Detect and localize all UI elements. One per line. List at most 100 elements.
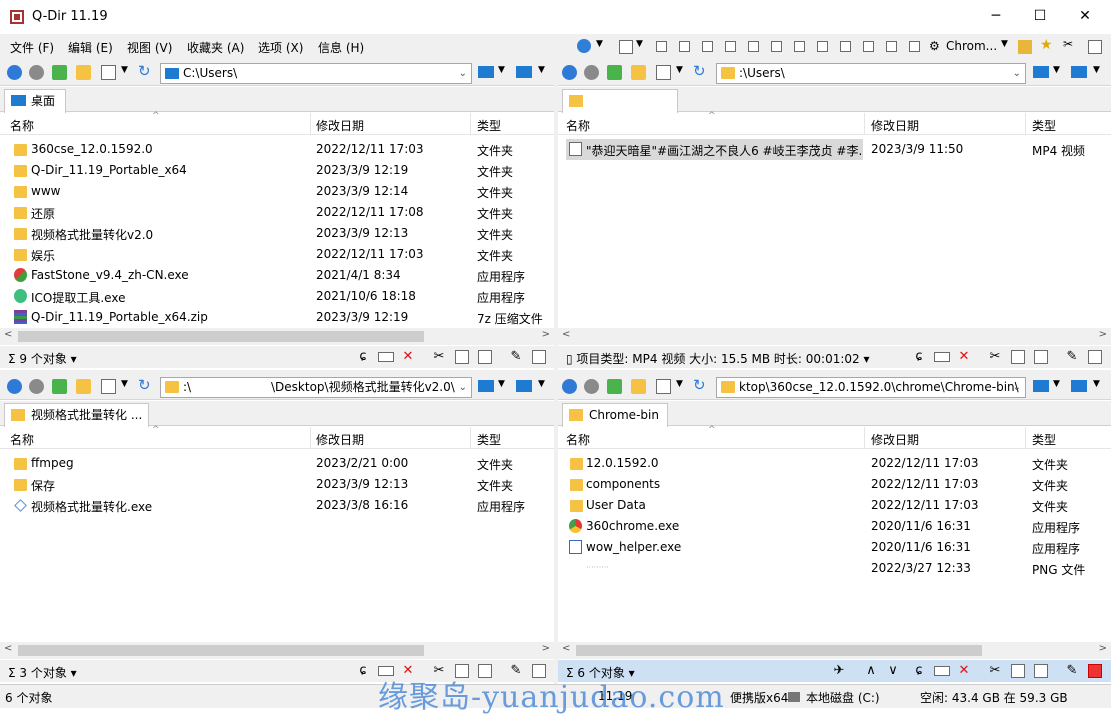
panel-icon[interactable] (478, 380, 494, 392)
panel-icon[interactable] (478, 66, 494, 78)
scroll-left-icon[interactable]: < (562, 643, 570, 654)
edit-icon[interactable]: ✎ (1065, 664, 1079, 678)
up-icon[interactable] (52, 65, 67, 80)
view-icon[interactable] (656, 65, 671, 80)
column-separator[interactable] (864, 113, 865, 135)
monitor-dropdown-icon[interactable]: ▼ (1093, 379, 1100, 389)
browser-icon[interactable]: ⚙ (929, 39, 943, 53)
view-icon[interactable] (101, 379, 116, 394)
table-row[interactable]: User Data 2022/12/11 17:03 文件夹 (558, 495, 1111, 516)
new-folder-icon[interactable] (631, 379, 646, 394)
back-icon[interactable] (562, 65, 577, 80)
table-row[interactable]: components 2022/12/11 17:03 文件夹 (558, 474, 1111, 495)
view-dropdown-icon[interactable]: ▼ (121, 65, 128, 75)
address-bar[interactable]: :\Users\ ⌄ (716, 63, 1026, 84)
column-separator[interactable] (470, 113, 471, 135)
monitor-dropdown-icon[interactable]: ▼ (538, 379, 545, 389)
new-folder-icon[interactable] (631, 65, 646, 80)
move-up-icon[interactable]: ∧ (864, 664, 878, 678)
layout-2-icon[interactable] (679, 41, 690, 52)
table-row[interactable]: 保存 2023/3/9 12:13 文件夹 (0, 474, 554, 495)
column-separator[interactable] (310, 427, 311, 449)
column-type[interactable]: 类型 (1032, 431, 1056, 448)
view-icon[interactable] (656, 379, 671, 394)
column-type[interactable]: 类型 (1032, 117, 1056, 134)
delete-icon[interactable]: ✕ (401, 350, 415, 364)
table-row[interactable]: "恭迎天暗星"#画江湖之不良人6 #岐王李茂贞 #李... 2023/3/9 1… (558, 139, 1111, 160)
layout-12-icon[interactable] (909, 41, 920, 52)
refresh-icon[interactable]: ↻ (138, 62, 151, 80)
edit-icon[interactable]: ✎ (1065, 350, 1079, 364)
pin-icon[interactable]: ✈ (832, 664, 846, 678)
scroll-right-icon[interactable]: > (1099, 643, 1107, 654)
monitor-dropdown-icon[interactable]: ▼ (538, 65, 545, 75)
refresh-icon[interactable]: ↻ (138, 376, 151, 394)
layout-9-icon[interactable] (840, 41, 851, 52)
filter-icon[interactable]: ɕ (356, 350, 370, 364)
column-type[interactable]: 类型 (477, 431, 501, 448)
forward-icon[interactable] (584, 65, 599, 80)
window-icon[interactable] (1088, 40, 1102, 54)
star-icon[interactable]: ★ (1040, 37, 1054, 53)
forward-icon[interactable] (584, 379, 599, 394)
column-name[interactable]: 名称 (566, 117, 590, 134)
panel-icon[interactable] (1033, 380, 1049, 392)
scroll-thumb[interactable] (18, 645, 424, 656)
table-row[interactable]: 12.0.1592.0 2022/12/11 17:03 文件夹 (558, 453, 1111, 474)
layout-4-icon[interactable] (725, 41, 736, 52)
panel-dropdown-icon[interactable]: ▼ (498, 379, 505, 389)
view-icon[interactable] (101, 65, 116, 80)
delete-icon[interactable]: ✕ (957, 664, 971, 678)
menu-view[interactable]: 视图 (V) (127, 39, 172, 56)
tab-chrome-bin[interactable]: Chrome-bin (562, 403, 668, 427)
table-row[interactable]: ········· 2022/3/27 12:33 PNG 文件 (558, 558, 1111, 579)
layout-10-icon[interactable] (863, 41, 874, 52)
scroll-left-icon[interactable]: < (4, 643, 12, 654)
table-row[interactable]: 还原 2022/12/11 17:08 文件夹 (0, 202, 554, 223)
properties-icon[interactable] (1088, 664, 1102, 678)
column-date[interactable]: 修改日期 (316, 431, 364, 448)
new-folder-icon[interactable] (76, 379, 91, 394)
table-row[interactable]: FastStone_v9.4_zh-CN.exe 2021/4/1 8:34 应用程… (0, 265, 554, 286)
menu-file[interactable]: 文件 (F) (10, 39, 54, 56)
up-icon[interactable] (52, 379, 67, 394)
column-separator[interactable] (1025, 113, 1026, 135)
table-row[interactable]: 视频格式批量转化.exe 2023/3/8 16:16 应用程序 (0, 495, 554, 516)
scroll-left-icon[interactable]: < (562, 329, 570, 340)
panel-dropdown-icon[interactable]: ▼ (498, 65, 505, 75)
address-bar[interactable]: :\ \Desktop\视频格式批量转化v2.0\ ⌄ (160, 377, 472, 398)
minimize-button[interactable]: ─ (973, 0, 1019, 32)
mail-icon[interactable] (934, 352, 950, 362)
column-date[interactable]: 修改日期 (871, 117, 919, 134)
paste-icon[interactable] (1034, 664, 1048, 678)
address-dropdown-icon[interactable]: ⌄ (1013, 64, 1021, 83)
forward-icon[interactable] (29, 65, 44, 80)
maximize-button[interactable]: ☐ (1017, 0, 1063, 32)
tab-users[interactable] (562, 89, 678, 113)
cut-icon[interactable]: ✂ (988, 664, 1002, 678)
tab-video-converter[interactable]: 视频格式批量转化 ... (4, 403, 149, 427)
favorites-folder-icon[interactable] (1018, 40, 1032, 54)
table-row[interactable]: Q-Dir_11.19_Portable_x64 2023/3/9 12:19 文件… (0, 160, 554, 181)
menu-options[interactable]: 选项 (X) (258, 39, 303, 56)
panel-dropdown-icon[interactable]: ▼ (1053, 379, 1060, 389)
dropdown-arrow-icon[interactable]: ▼ (636, 39, 650, 53)
column-date[interactable]: 修改日期 (316, 117, 364, 134)
layout-8-icon[interactable] (817, 41, 828, 52)
horizontal-scrollbar[interactable]: < > (0, 328, 554, 345)
horizontal-scrollbar[interactable]: < > (558, 328, 1111, 345)
column-separator[interactable] (1025, 427, 1026, 449)
layout-1-icon[interactable] (656, 41, 667, 52)
table-row[interactable]: 娱乐 2022/12/11 17:03 文件夹 (0, 244, 554, 265)
edit-icon[interactable]: ✎ (509, 350, 523, 364)
dropdown-arrow-icon[interactable]: ▼ (1001, 39, 1015, 53)
layout-5-icon[interactable] (748, 41, 759, 52)
browser-select[interactable]: Chrom... (946, 39, 997, 53)
filter-icon[interactable]: ɕ (912, 664, 926, 678)
layout-11-icon[interactable] (886, 41, 897, 52)
column-separator[interactable] (864, 427, 865, 449)
delete-icon[interactable]: ✕ (957, 350, 971, 364)
forward-icon[interactable] (29, 379, 44, 394)
back-icon[interactable] (7, 65, 22, 80)
table-row[interactable]: 视频格式批量转化v2.0 2023/3/9 12:13 文件夹 (0, 223, 554, 244)
